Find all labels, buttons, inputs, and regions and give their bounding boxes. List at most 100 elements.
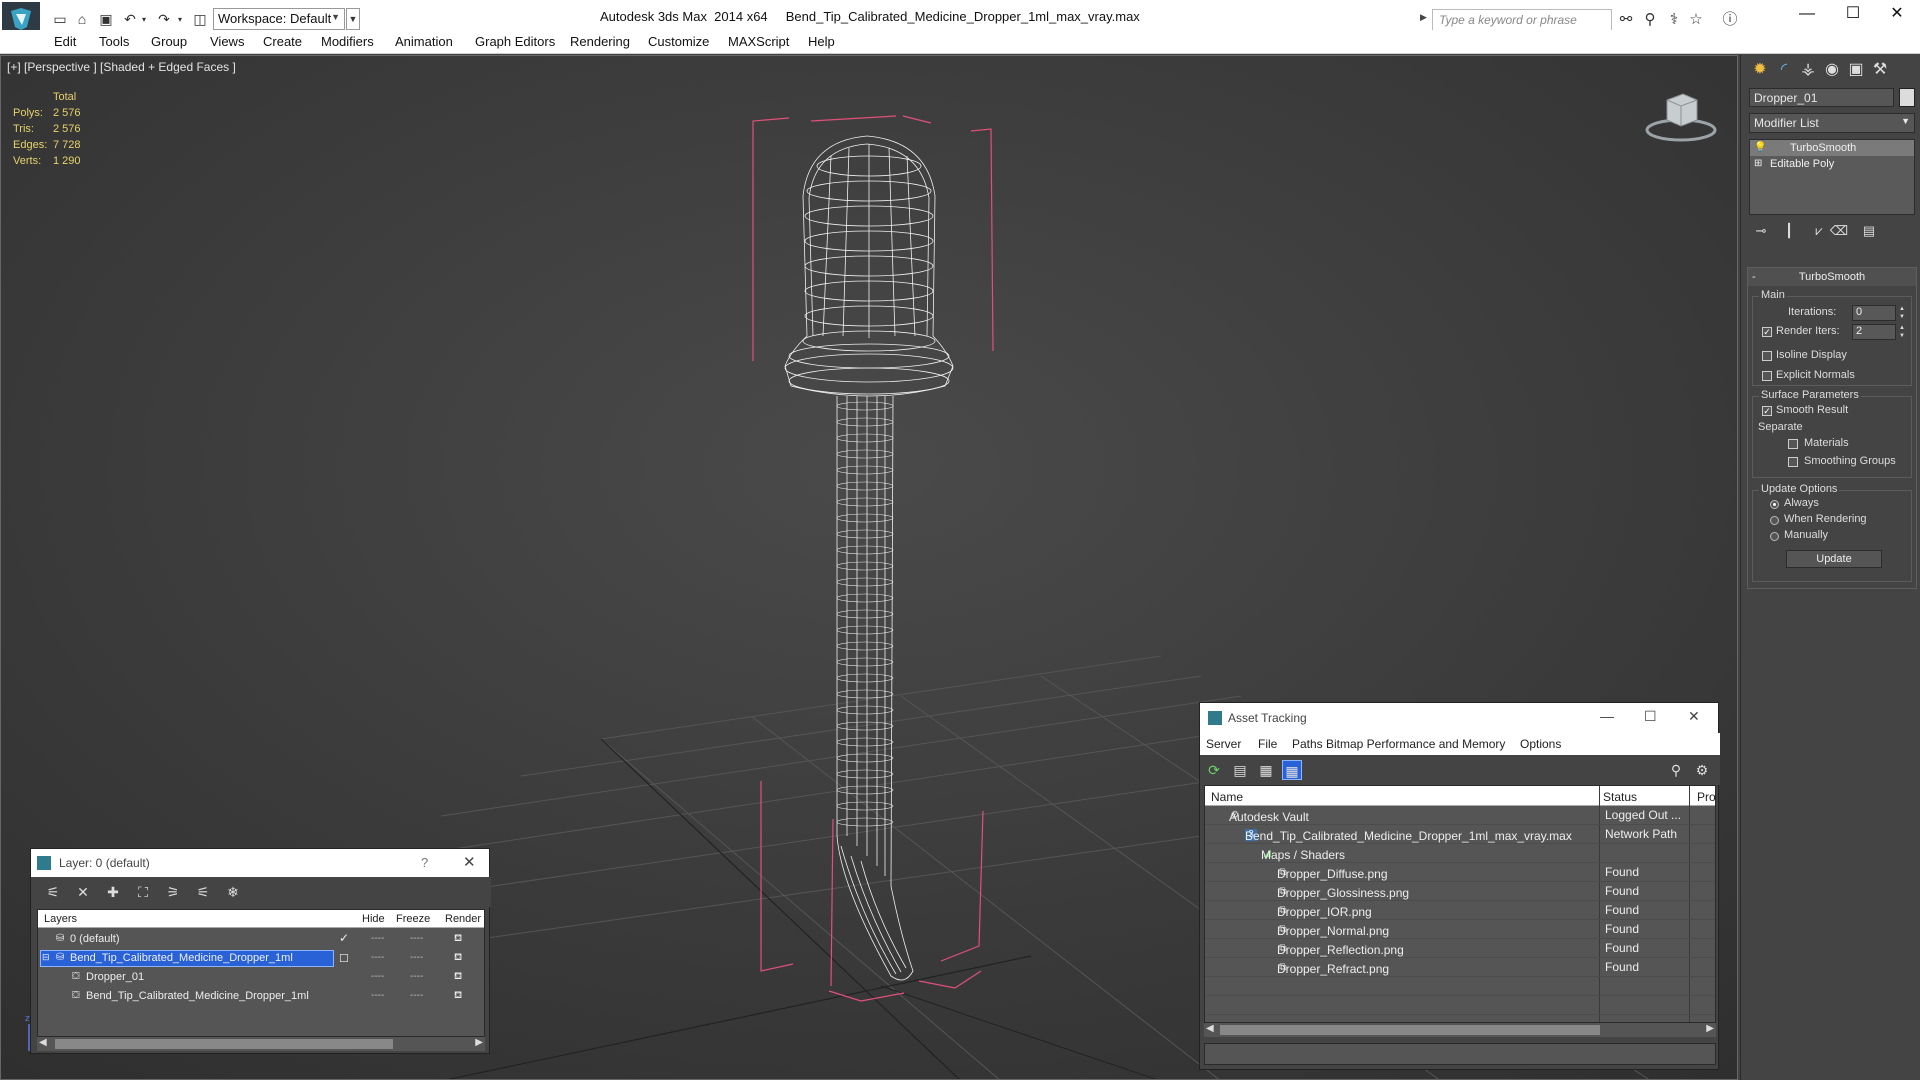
viewport-label[interactable]: [+] [Perspective ] [Shaded + Edged Faces… [7,60,236,74]
menu-group[interactable]: Group [151,34,187,49]
menu-views[interactable]: Views [210,34,244,49]
modifier-list-dropdown[interactable]: Modifier List ▼ [1749,113,1915,133]
search-input[interactable]: Type a keyword or phrase [1432,9,1612,31]
always-radio[interactable] [1770,500,1779,509]
layers-column-header[interactable]: Layers [44,913,77,925]
favorites-star-icon[interactable]: ☆ [1686,10,1706,30]
asset-row[interactable]: ◢ Maps / Shaders [1205,844,1715,863]
search-expand-icon[interactable]: ▶ [1420,12,1427,23]
help-icon[interactable]: ⓘ [1720,10,1740,30]
binoculars-icon[interactable]: ⚯ [1616,10,1636,30]
render-iters-checkbox[interactable]: ✓ [1762,327,1772,337]
hide-toggle[interactable]: ---- [371,990,384,1001]
pin-stack-icon[interactable]: ⊸ [1751,223,1771,241]
horizontal-scrollbar[interactable]: ◀ ▶ [37,1037,485,1051]
close-icon[interactable]: ✕ [463,853,476,871]
list-view-icon[interactable]: ▤ [1230,760,1250,780]
isoline-display-checkbox[interactable] [1762,351,1772,361]
new-file-icon[interactable]: ▭ [50,9,70,29]
communication-center-icon[interactable]: ⚕ [1664,10,1684,30]
scroll-left-icon[interactable]: ◀ [39,1037,47,1048]
create-tab-icon[interactable]: ✹ [1749,59,1771,81]
render-teapot-icon[interactable]: ⛾ [454,933,462,946]
rollout-header[interactable]: - TurboSmooth [1748,268,1916,286]
menu-create[interactable]: Create [263,34,302,49]
scroll-left-icon[interactable]: ◀ [1206,1023,1214,1034]
project-folder-icon[interactable]: ◫ [190,9,210,29]
hide-toggle[interactable]: ---- [371,933,384,944]
menu-file[interactable]: File [1258,737,1277,751]
spinner-arrows-icon[interactable]: ▲ ▼ [1898,305,1906,321]
proxy-column-header[interactable]: Prox [1697,790,1715,804]
render-teapot-icon[interactable]: ⛾ [454,971,462,984]
viewcube-icon[interactable] [1641,86,1721,146]
hide-toggle[interactable]: ---- [371,971,384,982]
scroll-right-icon[interactable]: ▶ [1706,1023,1714,1034]
smoothing-groups-checkbox[interactable] [1788,457,1798,467]
spinner-arrows-icon[interactable]: ▲ ▼ [1898,324,1906,340]
asset-path-field[interactable] [1204,1043,1716,1065]
asset-row[interactable]: ⧉ Dropper_Refract.png Found [1205,958,1715,977]
collapse-icon[interactable]: - [1752,268,1756,286]
when-rendering-radio[interactable] [1770,516,1779,525]
render-teapot-icon[interactable]: ⛾ [454,952,462,965]
stack-item-editable-poly[interactable]: ⊞ Editable Poly [1750,156,1914,172]
menu-tools[interactable]: Tools [99,34,129,49]
minimize-button[interactable]: — [1600,708,1614,724]
render-column-header[interactable]: Render [445,913,481,925]
smooth-result-checkbox[interactable]: ✓ [1762,406,1772,416]
freeze-toggle[interactable]: ---- [410,971,423,982]
configure-sets-icon[interactable]: ▤ [1859,223,1879,241]
thumbnail-view-icon[interactable]: ▦ [1256,760,1276,780]
stack-item-turbosmooth[interactable]: 💡 TurboSmooth [1750,140,1914,156]
hide-all-icon[interactable]: ⚟ [193,882,213,902]
iterations-spinner[interactable]: 0 [1852,305,1896,321]
menu-edit[interactable]: Edit [54,34,76,49]
modify-tab-icon[interactable]: ◜ [1773,59,1795,81]
show-end-result-icon[interactable]: ┃ [1779,223,1799,241]
save-file-icon[interactable]: ▣ [96,9,116,29]
close-button[interactable]: ✕ [1688,708,1700,725]
scroll-right-icon[interactable]: ▶ [475,1037,483,1048]
render-teapot-icon[interactable]: ⛾ [454,990,462,1003]
close-button[interactable]: ✕ [1874,0,1920,28]
menu-bitmap-performance[interactable]: Bitmap Performance and Memory [1326,737,1505,751]
render-iters-spinner[interactable]: 2 [1852,324,1896,340]
quick-access-menu-button[interactable]: ▼ [346,8,360,30]
update-button[interactable]: Update [1786,550,1882,568]
hide-column-header[interactable]: Hide [362,913,385,925]
freeze-toggle[interactable]: ---- [410,990,423,1001]
scrollbar-thumb[interactable] [55,1039,393,1049]
menu-paths[interactable]: Paths [1292,737,1323,751]
lightbulb-icon[interactable]: 💡 [1754,140,1766,156]
hide-toggle[interactable]: ---- [371,952,384,963]
menu-customize[interactable]: Customize [648,34,709,49]
hierarchy-tab-icon[interactable]: ⚶ [1797,59,1819,81]
asset-row[interactable]: ⧉ Dropper_Glossiness.png Found [1205,882,1715,901]
asset-row[interactable]: ⧉ Dropper_Diffuse.png Found [1205,863,1715,882]
open-file-icon[interactable]: ⌂ [72,9,92,29]
active-layer-checkmark-icon[interactable]: ✓ [339,931,349,945]
asset-row[interactable]: 3 Bend_Tip_Calibrated_Medicine_Dropper_1m… [1205,825,1715,844]
refresh-icon[interactable]: ⟳ [1204,760,1224,780]
status-column-header[interactable]: Status [1603,790,1637,804]
motion-tab-icon[interactable]: ◉ [1821,59,1843,81]
freeze-toggle[interactable]: ---- [410,952,423,963]
add-to-layer-icon[interactable]: ✚ [103,882,123,902]
minimize-button[interactable]: — [1784,0,1830,28]
help-icon[interactable]: ⚲ [1666,760,1686,780]
select-objects-icon[interactable]: ⛶ [133,882,153,902]
freeze-toggle[interactable]: ---- [410,933,423,944]
subscription-icon[interactable]: ⚲ [1640,10,1660,30]
menu-animation[interactable]: Animation [395,34,453,49]
object-name-field[interactable]: Dropper_01 [1749,88,1894,107]
menu-server[interactable]: Server [1206,737,1241,751]
make-unique-icon[interactable]: ⩗ [1809,223,1829,241]
layer-row[interactable]: ⛋ Dropper_01 ---- ---- ⛾ [38,968,484,987]
utilities-tab-icon[interactable]: ⚒ [1869,59,1891,81]
freeze-column-header[interactable]: Freeze [396,913,430,925]
explicit-normals-checkbox[interactable] [1762,371,1772,381]
undo-dropdown-icon[interactable]: ▾ [134,9,154,29]
asset-row[interactable]: ⚙ Autodesk Vault Logged Out ... [1205,806,1715,825]
asset-row[interactable]: ⧉ Dropper_Normal.png Found [1205,920,1715,939]
